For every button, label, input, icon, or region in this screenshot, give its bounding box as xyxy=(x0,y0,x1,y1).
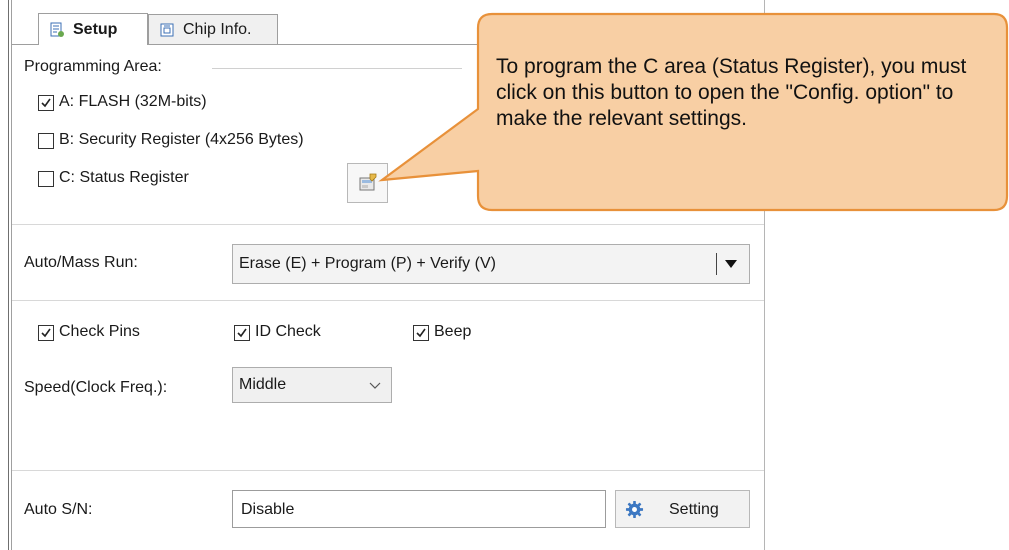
auto-mass-run-label: Auto/Mass Run: xyxy=(24,254,138,271)
checkbox-area-a[interactable] xyxy=(38,95,54,111)
chevron-down-icon xyxy=(369,382,381,389)
section-divider-1 xyxy=(12,224,764,225)
auto-mass-run-select[interactable]: Erase (E) + Program (P) + Verify (V) xyxy=(232,244,750,284)
setting-button[interactable]: Setting xyxy=(615,490,750,528)
check-mark-icon xyxy=(41,98,51,108)
tab-setup[interactable]: Setup xyxy=(38,13,148,45)
check-pins-label: Check Pins xyxy=(59,323,140,340)
gear-icon xyxy=(625,500,644,519)
window-left-border-inner xyxy=(11,0,12,550)
area-b-label: B: Security Register (4x256 Bytes) xyxy=(59,131,304,148)
auto-mass-run-value: Erase (E) + Program (P) + Verify (V) xyxy=(239,255,496,272)
auto-sn-label: Auto S/N: xyxy=(24,501,93,518)
chip-info-icon xyxy=(160,23,174,36)
id-check-label: ID Check xyxy=(255,323,321,340)
window-left-border xyxy=(8,0,9,550)
area-c-label: C: Status Register xyxy=(59,169,189,186)
area-a-label: A: FLASH (32M-bits) xyxy=(59,93,207,110)
section-divider-2 xyxy=(12,300,764,301)
programming-area-title: Programming Area: xyxy=(24,58,162,75)
speed-value: Middle xyxy=(239,376,287,393)
check-mark-icon xyxy=(237,328,247,338)
tab-chip-info[interactable]: Chip Info. xyxy=(148,14,278,44)
speed-select[interactable]: Middle xyxy=(232,367,392,403)
section-divider-3 xyxy=(12,470,764,471)
checkbox-check-pins[interactable] xyxy=(38,325,54,341)
beep-label: Beep xyxy=(434,323,472,340)
dropdown-arrow-icon xyxy=(725,260,737,268)
select-separator xyxy=(716,253,717,275)
setting-button-label: Setting xyxy=(669,501,719,518)
tab-chip-info-label: Chip Info. xyxy=(183,20,252,38)
auto-sn-value: Disable xyxy=(241,501,295,518)
checkbox-id-check[interactable] xyxy=(234,325,250,341)
checkbox-area-c[interactable] xyxy=(38,171,54,187)
callout-text: To program the C area (Status Register),… xyxy=(496,55,967,130)
speed-label: Speed(Clock Freq.): xyxy=(24,379,168,396)
setup-icon xyxy=(50,22,64,37)
check-mark-icon xyxy=(41,328,51,338)
checkbox-area-b[interactable] xyxy=(38,133,54,149)
auto-sn-field[interactable]: Disable xyxy=(232,490,606,528)
check-mark-icon xyxy=(416,328,426,338)
tab-setup-label: Setup xyxy=(73,20,118,38)
checkbox-beep[interactable] xyxy=(413,325,429,341)
